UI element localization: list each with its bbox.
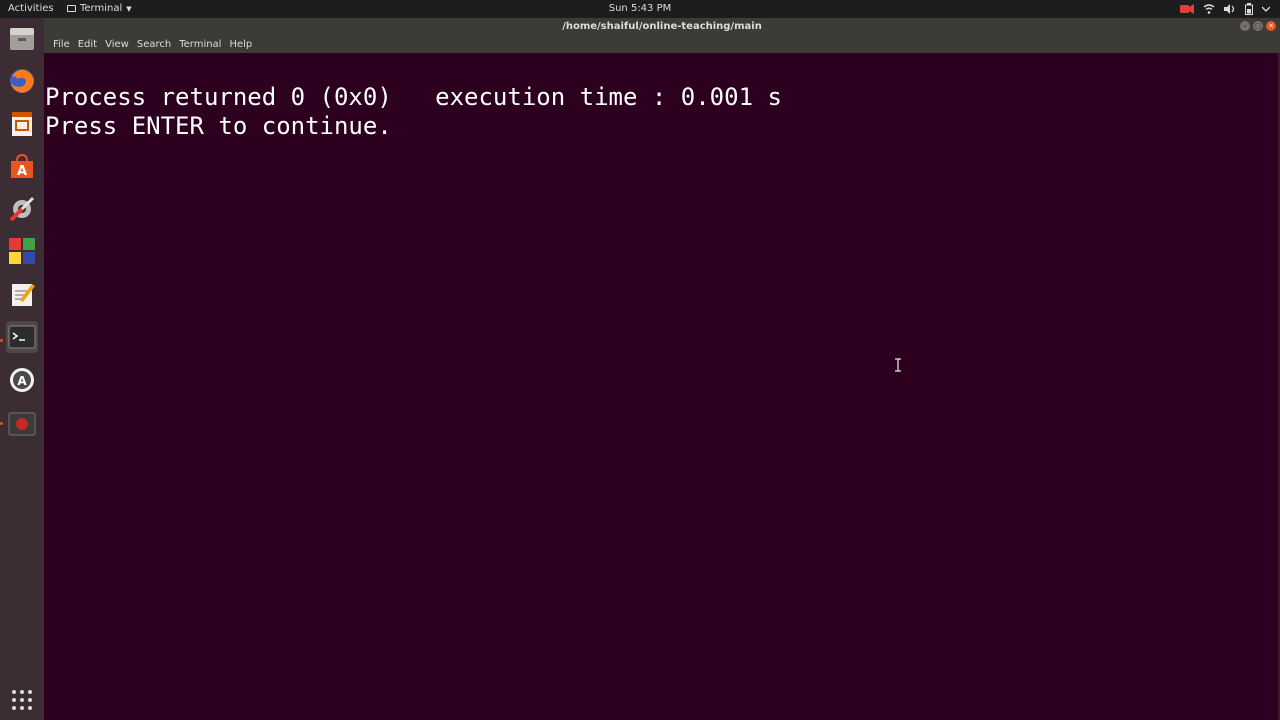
dock: A A: [0, 18, 44, 720]
menu-bar: File Edit View Search Terminal Help: [44, 36, 1280, 53]
caret-down-icon: ▼: [126, 4, 132, 13]
activities-button[interactable]: Activities: [8, 3, 54, 14]
app-menu[interactable]: Terminal ▼: [67, 3, 132, 14]
volume-icon[interactable]: [1224, 4, 1236, 14]
text-cursor-icon: [894, 357, 902, 376]
menu-edit[interactable]: Edit: [74, 39, 101, 50]
menu-file[interactable]: File: [49, 39, 74, 50]
app-menu-label: Terminal: [80, 3, 123, 14]
menu-help[interactable]: Help: [225, 39, 256, 50]
terminal-running-indicator: [0, 339, 3, 342]
menu-terminal[interactable]: Terminal: [175, 39, 225, 50]
svg-text:A: A: [17, 374, 27, 388]
system-tray[interactable]: [1180, 2, 1270, 16]
battery-icon[interactable]: [1245, 3, 1253, 15]
software-store-icon[interactable]: A: [6, 151, 38, 183]
minimize-icon[interactable]: –: [1240, 21, 1250, 31]
settings-icon[interactable]: [6, 193, 38, 225]
terminal-icon[interactable]: [6, 321, 38, 353]
firefox-icon[interactable]: [6, 65, 38, 97]
clock[interactable]: Sun 5:43 PM: [609, 3, 672, 14]
svg-text:A: A: [17, 164, 27, 179]
recorder-running-indicator: [0, 422, 3, 425]
close-icon[interactable]: ✕: [1266, 21, 1276, 31]
show-applications-icon[interactable]: [10, 688, 34, 712]
software-updater-icon[interactable]: A: [6, 364, 38, 396]
text-editor-icon[interactable]: [6, 278, 38, 310]
window-titlebar[interactable]: /home/shaiful/online-teaching/main – □ ✕: [44, 18, 1280, 36]
terminal-app-icon: [67, 5, 76, 12]
terminal-output: Process returned 0 (0x0) execution time …: [45, 83, 782, 141]
impress-icon[interactable]: [6, 108, 38, 140]
top-bar: Activities Terminal ▼ Sun 5:43 PM: [0, 0, 1280, 18]
menu-search[interactable]: Search: [133, 39, 175, 50]
apps-icon[interactable]: [6, 235, 38, 267]
window-controls: – □ ✕: [1240, 21, 1276, 31]
wifi-icon[interactable]: [1203, 4, 1215, 14]
menu-view[interactable]: View: [101, 39, 133, 50]
chevron-down-icon[interactable]: [1262, 6, 1270, 12]
window-title: /home/shaiful/online-teaching/main: [562, 21, 762, 32]
terminal-area[interactable]: Process returned 0 (0x0) execution time …: [44, 53, 1280, 720]
files-icon[interactable]: [6, 23, 38, 55]
maximize-icon[interactable]: □: [1253, 21, 1263, 31]
recorder-icon[interactable]: [6, 408, 38, 440]
camera-icon[interactable]: [1180, 4, 1194, 14]
terminal-line: Process returned 0 (0x0) execution time …: [45, 83, 782, 111]
terminal-line: Press ENTER to continue.: [45, 112, 392, 140]
